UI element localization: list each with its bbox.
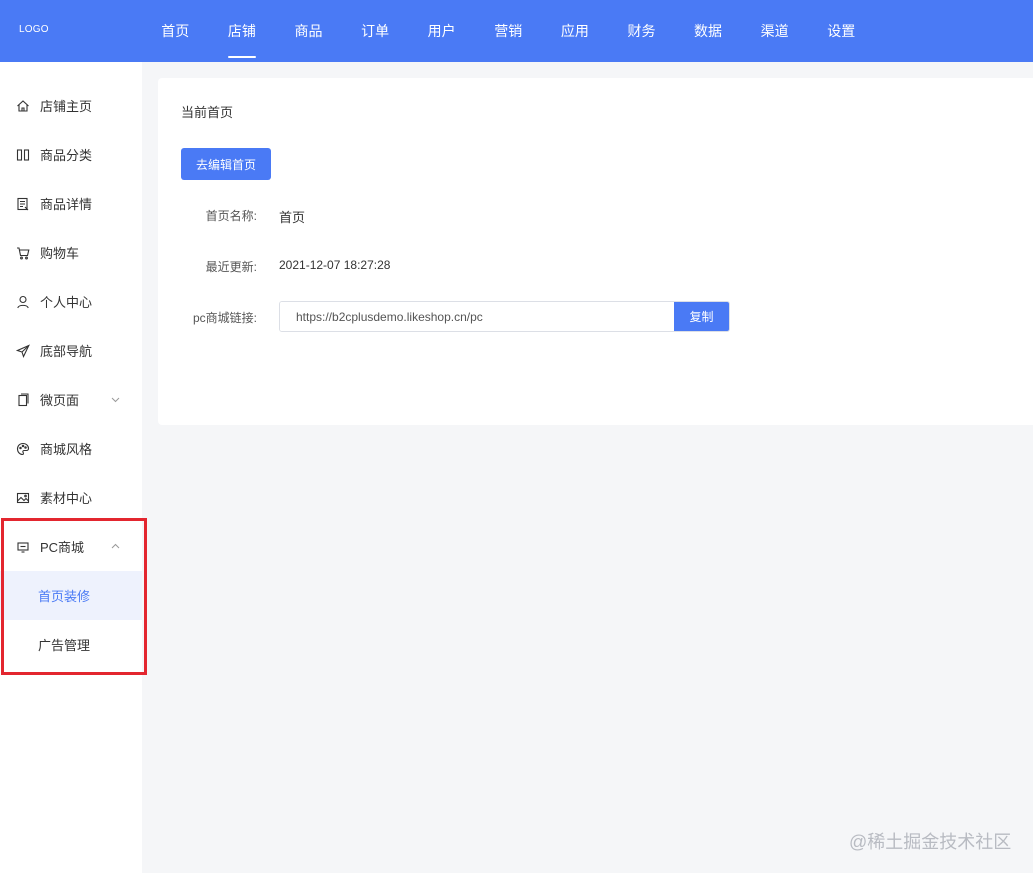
- nav-item-data[interactable]: 数据: [675, 0, 742, 62]
- nav-item-channels[interactable]: 渠道: [741, 0, 808, 62]
- sidebar-item-label: 购物车: [40, 246, 80, 261]
- sidebar-subitem-ad-management[interactable]: 广告管理: [0, 620, 142, 669]
- nav-item-finance[interactable]: 财务: [608, 0, 675, 62]
- sidebar-item-label: 商城风格: [40, 442, 93, 457]
- sidebar-item-cart[interactable]: 购物车: [0, 228, 142, 277]
- home-icon: [16, 99, 30, 113]
- sidebar-item-label: 微页面: [40, 393, 80, 408]
- nav-item-store[interactable]: 店铺: [209, 0, 276, 62]
- top-bar: LOGO 首页 店铺 商品 订单 用户 营销 应用 财务 数据 渠道 设置: [0, 0, 1033, 62]
- cart-icon: [16, 246, 30, 260]
- palette-icon: [16, 442, 30, 456]
- nav-item-home[interactable]: 首页: [142, 0, 209, 62]
- chevron-up-icon[interactable]: [110, 541, 121, 552]
- chevron-down-icon[interactable]: [110, 394, 121, 405]
- homepage-name-label: 首页名称:: [205, 209, 257, 223]
- sidebar-item-micro-page[interactable]: 微页面: [0, 375, 142, 424]
- sidebar-item-label: PC商城: [40, 540, 85, 555]
- homepage-name-value: 首页: [279, 210, 306, 225]
- nav-item-settings[interactable]: 设置: [808, 0, 875, 62]
- sidebar-item-label: 个人中心: [40, 295, 93, 310]
- sidebar-item-label: 商品详情: [40, 197, 93, 212]
- send-icon: [16, 343, 30, 358]
- sidebar-item-product-category[interactable]: 商品分类: [0, 130, 142, 179]
- pc-link-group: 复制: [279, 301, 730, 332]
- nav-item-users[interactable]: 用户: [408, 0, 475, 62]
- user-icon: [16, 295, 30, 309]
- homepage-card: 当前首页 去编辑首页 首页名称: 首页 最近更新: 2021-12-07 18:…: [158, 78, 1033, 425]
- sidebar-item-personal-center[interactable]: 个人中心: [0, 277, 142, 326]
- last-updated-label: 最近更新:: [205, 260, 257, 274]
- sidebar-item-pc-mall[interactable]: PC商城: [0, 522, 142, 571]
- pc-link-input[interactable]: [280, 302, 674, 331]
- sidebar-item-product-detail[interactable]: 商品详情: [0, 179, 142, 228]
- nav-item-apps[interactable]: 应用: [542, 0, 609, 62]
- monitor-icon: [16, 540, 30, 554]
- edit-homepage-button[interactable]: 去编辑首页: [181, 148, 271, 180]
- last-updated-value: 2021-12-07 18:27:28: [279, 258, 391, 272]
- sidebar-item-label: 店铺主页: [40, 99, 93, 114]
- sidebar-item-store-home[interactable]: 店铺主页: [0, 81, 142, 130]
- top-nav: 首页 店铺 商品 订单 用户 营销 应用 财务 数据 渠道 设置: [142, 0, 875, 62]
- sidebar-item-mall-style[interactable]: 商城风格: [0, 424, 142, 473]
- nav-item-marketing[interactable]: 营销: [475, 0, 542, 62]
- pc-link-label: pc商城链接:: [192, 311, 257, 325]
- nav-item-orders[interactable]: 订单: [342, 0, 409, 62]
- watermark: @稀土掘金技术社区: [849, 832, 1012, 852]
- nav-item-products[interactable]: 商品: [275, 0, 342, 62]
- page-title: 当前首页: [181, 105, 234, 120]
- sidebar-item-label: 商品分类: [40, 148, 93, 163]
- image-icon: [16, 491, 30, 505]
- sidebar-item-material-center[interactable]: 素材中心: [0, 473, 142, 522]
- page-icon: [16, 392, 30, 407]
- copy-button[interactable]: 复制: [674, 302, 729, 331]
- sidebar-subitem-homepage-decoration[interactable]: 首页装修: [0, 571, 142, 620]
- category-icon: [16, 148, 30, 162]
- sidebar-item-label: 素材中心: [40, 491, 93, 506]
- logo[interactable]: LOGO: [19, 24, 49, 35]
- sidebar-item-label: 底部导航: [40, 344, 93, 359]
- sidebar-item-bottom-nav[interactable]: 底部导航: [0, 326, 142, 375]
- sidebar: 店铺主页 商品分类 商品详情 购物车 个人中心 底部导航 微页面 商城风格 素材…: [0, 62, 142, 873]
- detail-icon: [16, 197, 30, 211]
